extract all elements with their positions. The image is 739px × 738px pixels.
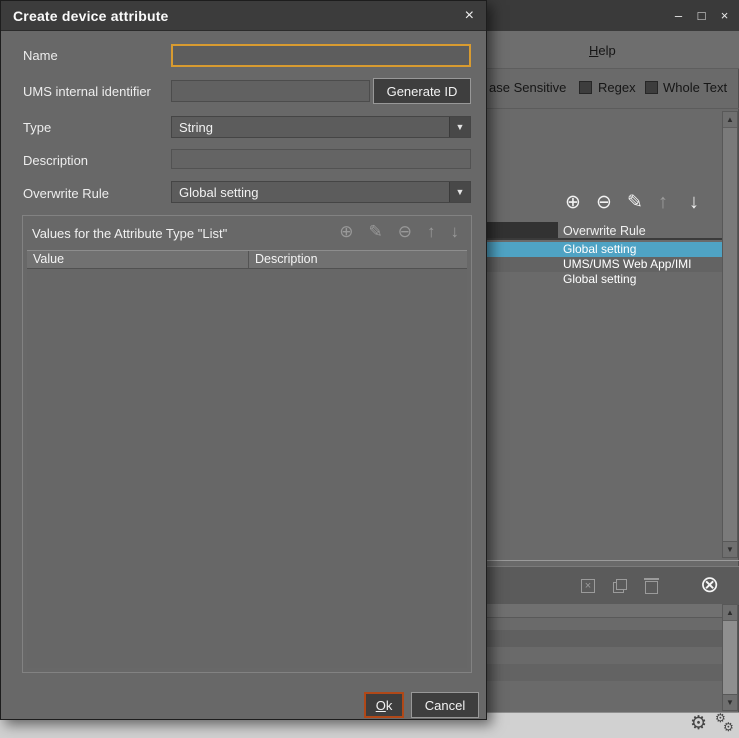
column-header-value[interactable]: Value <box>27 251 249 268</box>
column-header-description[interactable]: Description <box>249 251 467 268</box>
column-header-label: Overwrite Rule <box>563 224 646 238</box>
whole-text-checkbox[interactable] <box>645 81 658 94</box>
scrollbar-thumb[interactable] <box>723 127 737 542</box>
whole-text-label: Whole Text <box>663 81 727 95</box>
column-header-partial <box>487 222 558 238</box>
splitter[interactable] <box>487 560 739 561</box>
settings-gear-icon[interactable]: ⚙ <box>690 714 707 733</box>
values-group-toolbar: ⊕ ✎ ⊖ ↑ ↓ <box>339 222 459 242</box>
help-menu[interactable]: Help <box>589 44 616 58</box>
move-down-icon[interactable]: ↓ <box>689 192 699 212</box>
move-up-icon[interactable]: ↑ <box>427 222 436 242</box>
close-icon[interactable]: × <box>718 8 731 23</box>
dialog-titlebar[interactable]: Create device attribute × <box>1 1 486 31</box>
column-header-overwrite-rule[interactable]: Overwrite Rule <box>487 222 723 240</box>
overwrite-rule-select-value: Global setting <box>179 185 259 200</box>
type-select[interactable]: String ▼ <box>171 116 471 138</box>
edit-icon[interactable]: ✎ <box>627 193 643 212</box>
move-down-icon[interactable]: ↓ <box>451 222 460 242</box>
remove-icon[interactable]: ⊖ <box>398 222 412 242</box>
bottom-vertical-scrollbar[interactable]: ▲ ▼ <box>722 604 738 711</box>
values-table-header: Value Description <box>27 250 467 269</box>
overwrite-rule-select[interactable]: Global setting ▼ <box>171 181 471 203</box>
dialog-title: Create device attribute <box>13 8 169 24</box>
values-table-body[interactable] <box>27 269 467 668</box>
name-input[interactable] <box>171 44 471 67</box>
create-device-attribute-dialog: Create device attribute × Name UMS inter… <box>0 0 487 720</box>
vertical-scrollbar[interactable]: ▲ ▼ <box>722 111 738 558</box>
minimize-icon[interactable]: – <box>672 8 685 23</box>
clear-selection-icon[interactable]: × <box>581 579 595 593</box>
scrollbar-thumb[interactable] <box>723 620 737 696</box>
ums-identifier-input[interactable] <box>171 80 370 102</box>
remove-icon[interactable]: ⊖ <box>596 193 612 212</box>
edit-icon[interactable]: ✎ <box>369 222 383 242</box>
description-label: Description <box>23 154 88 168</box>
delete-icon[interactable] <box>645 581 658 594</box>
background-task-gear-icon[interactable]: ⚙ <box>723 721 734 733</box>
generate-id-label: Generate ID <box>387 84 458 99</box>
cancel-circle-icon[interactable]: ⊗ <box>700 573 719 596</box>
table-row <box>487 664 722 681</box>
cancel-label: Cancel <box>425 698 465 713</box>
chevron-down-icon[interactable]: ▼ <box>449 182 470 202</box>
list-item[interactable]: Global setting <box>487 272 723 287</box>
generate-id-button[interactable]: Generate ID <box>373 78 471 104</box>
case-sensitive-label: ase Sensitive <box>489 81 566 95</box>
list-item[interactable]: UMS/UMS Web App/IMI <box>487 257 723 272</box>
screen: – □ × Help ase Sensitive Regex Whole Tex… <box>0 0 739 738</box>
panel-divider <box>487 108 739 109</box>
name-label: Name <box>23 49 58 63</box>
scroll-down-button[interactable]: ▼ <box>723 694 737 710</box>
type-label: Type <box>23 121 51 135</box>
type-select-value: String <box>179 120 213 135</box>
add-icon[interactable]: ⊕ <box>339 222 353 242</box>
cancel-button[interactable]: Cancel <box>411 692 479 718</box>
values-group: Values for the Attribute Type "List" ⊕ ✎… <box>22 215 472 673</box>
scroll-up-button[interactable]: ▲ <box>723 112 737 128</box>
regex-label: Regex <box>598 81 636 95</box>
add-icon[interactable]: ⊕ <box>565 193 581 212</box>
scroll-up-button[interactable]: ▲ <box>723 605 737 621</box>
ok-button[interactable]: Ok <box>364 692 404 718</box>
description-input[interactable] <box>171 149 471 169</box>
chevron-down-icon[interactable]: ▼ <box>449 117 470 137</box>
ok-label: Ok <box>376 698 393 713</box>
move-up-icon[interactable]: ↑ <box>658 192 668 212</box>
ums-identifier-label: UMS internal identifier <box>23 85 151 99</box>
regex-checkbox[interactable] <box>579 81 592 94</box>
values-group-title: Values for the Attribute Type "List" <box>32 226 227 241</box>
maximize-icon[interactable]: □ <box>695 8 708 23</box>
bottom-table-header <box>487 604 722 618</box>
list-item[interactable]: Global setting <box>487 242 723 257</box>
scroll-down-button[interactable]: ▼ <box>723 541 737 557</box>
close-icon[interactable]: × <box>465 7 474 25</box>
table-row <box>487 630 722 647</box>
window-controls: – □ × <box>672 8 731 23</box>
overwrite-rule-label: Overwrite Rule <box>23 187 109 201</box>
copy-icon[interactable] <box>613 579 627 593</box>
